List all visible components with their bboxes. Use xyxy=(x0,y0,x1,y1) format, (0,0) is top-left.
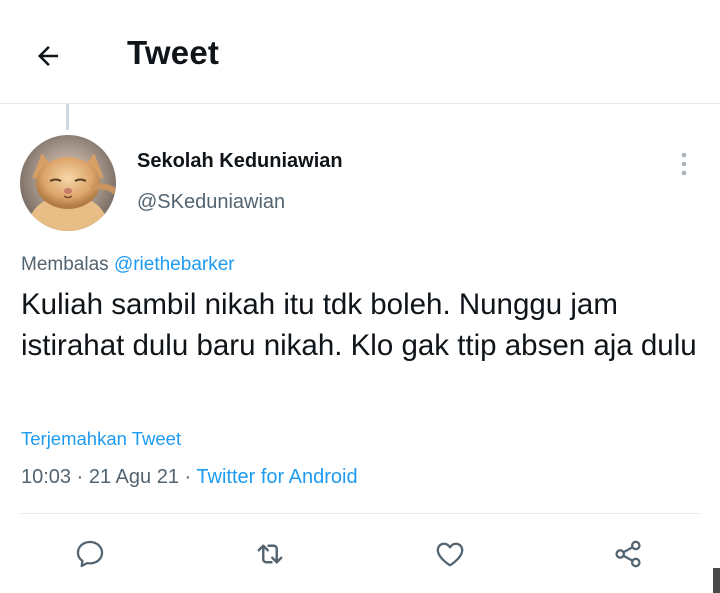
arrow-left-icon xyxy=(38,46,58,66)
tweet-source[interactable]: Twitter for Android xyxy=(196,466,357,488)
replying-to: Membalas @riethebarker xyxy=(21,254,235,276)
tweet-time[interactable]: 10:03 xyxy=(21,466,71,488)
top-header: Tweet xyxy=(0,0,720,104)
translate-tweet-link[interactable]: Terjemahkan Tweet xyxy=(21,428,181,450)
back-button[interactable] xyxy=(28,36,68,76)
kitten-avatar-image xyxy=(20,135,116,231)
heart-icon xyxy=(436,542,464,567)
replying-to-prefix: Membalas xyxy=(21,254,109,275)
share-button[interactable] xyxy=(608,534,648,574)
page-title: Tweet xyxy=(127,34,220,71)
meta-separator: · xyxy=(76,466,84,488)
retweet-icon xyxy=(257,544,283,564)
author-handle[interactable]: @SKeduniawian xyxy=(137,191,285,214)
scrollbar-thumb[interactable] xyxy=(713,568,720,593)
divider xyxy=(20,513,700,514)
meta-separator: · xyxy=(184,466,192,488)
author-display-name[interactable]: Sekolah Keduniawian xyxy=(137,150,343,173)
retweet-button[interactable] xyxy=(250,534,290,574)
avatar[interactable] xyxy=(20,135,116,231)
more-vertical-icon xyxy=(681,152,687,176)
speech-bubble-icon xyxy=(76,540,104,568)
tweet-text: Kuliah sambil nikah itu tdk boleh. Nungg… xyxy=(21,288,697,362)
thread-connector-line xyxy=(66,104,69,130)
replying-to-mention[interactable]: @riethebarker xyxy=(114,254,235,275)
tweet-date[interactable]: 21 Agu 21 xyxy=(89,466,179,488)
reply-button[interactable] xyxy=(70,534,110,574)
more-options-button[interactable] xyxy=(670,150,698,178)
share-icon xyxy=(615,540,641,568)
tweet-metadata: 10:03 · 21 Agu 21 · Twitter for Android xyxy=(21,466,358,489)
like-button[interactable] xyxy=(430,534,470,574)
